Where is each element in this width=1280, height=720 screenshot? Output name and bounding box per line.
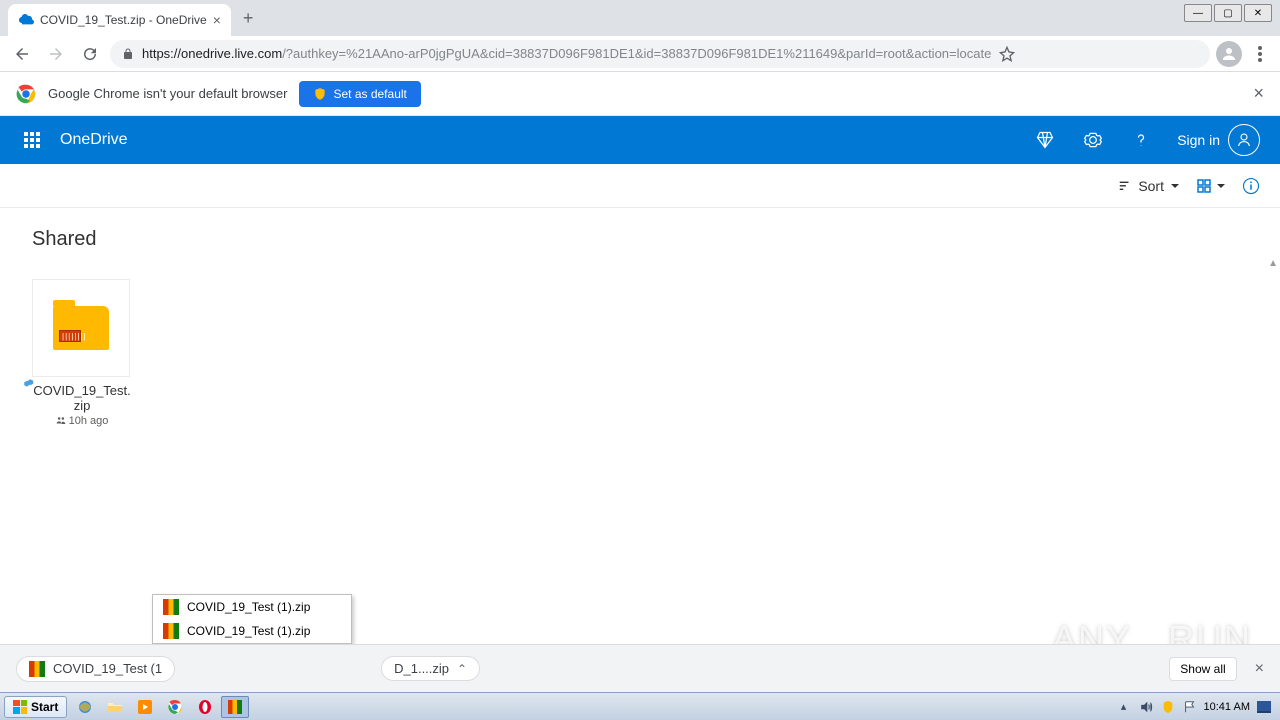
chevron-down-icon (1170, 181, 1180, 191)
help-button[interactable] (1117, 116, 1165, 164)
info-icon (1242, 177, 1260, 195)
sort-button[interactable]: Sort (1118, 178, 1180, 194)
windows-logo-icon (13, 700, 27, 714)
browser-toolbar: https://onedrive.live.com/?authkey=%21AA… (0, 36, 1280, 72)
browser-tab[interactable]: COVID_19_Test.zip - OneDrive × (8, 4, 231, 36)
taskbar-media-icon[interactable] (131, 696, 159, 718)
download-popup-menu: COVID_19_Test (1).zip COVID_19_Test (1).… (152, 594, 352, 644)
section-title: Shared (32, 228, 1248, 251)
taskbar-opera-icon[interactable] (191, 696, 219, 718)
download-item[interactable]: COVID_19_Test (1 (16, 656, 175, 682)
app-launcher-button[interactable] (8, 116, 56, 164)
gear-icon (1083, 130, 1103, 150)
taskbar-winrar-icon[interactable] (221, 696, 249, 718)
shared-badge-icon (22, 377, 34, 389)
clock[interactable]: 10:41 AM (1204, 701, 1250, 713)
address-bar[interactable]: https://onedrive.live.com/?authkey=%21AA… (110, 40, 1210, 68)
archive-icon (163, 623, 179, 639)
tab-strip: COVID_19_Test.zip - OneDrive × + — ▢ ✕ (0, 0, 1280, 36)
taskbar-icons (71, 696, 249, 718)
onedrive-header: OneDrive Sign in (0, 116, 1280, 164)
download-shelf: COVID_19_Test (1 D_1....zip ⌃ Show all × (0, 644, 1280, 692)
settings-button[interactable] (1069, 116, 1117, 164)
tab-close-icon[interactable]: × (213, 12, 221, 28)
file-item[interactable]: COVID_19_Test.zip 10h ago (32, 279, 132, 427)
signin-button[interactable]: Sign in (1165, 124, 1272, 156)
window-controls: — ▢ ✕ (1184, 4, 1272, 22)
chevron-down-icon (1216, 181, 1226, 191)
chevron-up-icon[interactable]: ⌃ (457, 662, 467, 676)
file-name: COVID_19_Test.zip (32, 383, 132, 413)
maximize-button[interactable]: ▢ (1214, 4, 1242, 22)
flag-icon[interactable] (1182, 699, 1198, 715)
file-meta: 10h ago (32, 415, 132, 427)
back-button[interactable] (8, 40, 36, 68)
archive-icon (163, 599, 179, 615)
banner-text: Google Chrome isn't your default browser (48, 86, 287, 101)
forward-button[interactable] (42, 40, 70, 68)
onedrive-brand[interactable]: OneDrive (60, 131, 128, 149)
shield-icon (313, 87, 327, 101)
details-pane-button[interactable] (1242, 177, 1260, 195)
windows-taskbar: Start ▴ 10:41 AM (0, 692, 1280, 720)
close-window-button[interactable]: ✕ (1244, 4, 1272, 22)
system-tray: ▴ 10:41 AM (1116, 699, 1276, 715)
download-menu-item[interactable]: COVID_19_Test (1).zip (153, 595, 351, 619)
premium-button[interactable] (1021, 116, 1069, 164)
tray-expand-icon[interactable]: ▴ (1116, 699, 1132, 715)
waffle-icon (24, 132, 40, 148)
taskbar-chrome-icon[interactable] (161, 696, 189, 718)
grid-view-icon (1196, 178, 1212, 194)
profile-avatar[interactable] (1216, 41, 1242, 67)
minimize-button[interactable]: — (1184, 4, 1212, 22)
people-icon (56, 416, 66, 426)
help-icon (1131, 130, 1151, 150)
bookmark-star-icon[interactable] (999, 46, 1015, 62)
onedrive-favicon (18, 12, 34, 28)
security-icon[interactable] (1160, 699, 1176, 715)
download-menu-item[interactable]: COVID_19_Test (1).zip (153, 619, 351, 643)
reload-button[interactable] (76, 40, 104, 68)
content-area: Shared COVID_19_Test.zip 10h ago (0, 208, 1280, 447)
banner-close-icon[interactable]: × (1253, 83, 1264, 104)
download-item[interactable]: D_1....zip ⌃ (381, 656, 480, 681)
chrome-menu-button[interactable] (1248, 46, 1272, 62)
diamond-icon (1035, 130, 1055, 150)
show-all-downloads-button[interactable]: Show all (1169, 657, 1236, 681)
new-tab-button[interactable]: + (243, 8, 254, 29)
zip-folder-icon (53, 306, 109, 350)
show-desktop-icon[interactable] (1256, 699, 1272, 715)
scrollbar-arrow-icon[interactable]: ▲ (1268, 258, 1278, 269)
sort-icon (1118, 179, 1132, 193)
default-browser-banner: Google Chrome isn't your default browser… (0, 72, 1280, 116)
taskbar-ie-icon[interactable] (71, 696, 99, 718)
person-icon (1228, 124, 1260, 156)
start-button[interactable]: Start (4, 696, 67, 718)
tab-title: COVID_19_Test.zip - OneDrive (40, 13, 207, 27)
archive-icon (29, 661, 45, 677)
command-bar: Sort (0, 164, 1280, 208)
file-grid: COVID_19_Test.zip 10h ago (32, 279, 1248, 427)
url-text: https://onedrive.live.com/?authkey=%21AA… (142, 46, 991, 61)
taskbar-explorer-icon[interactable] (101, 696, 129, 718)
file-thumbnail (32, 279, 130, 377)
volume-icon[interactable] (1138, 699, 1154, 715)
set-default-button[interactable]: Set as default (299, 81, 420, 107)
chrome-logo-icon (16, 84, 36, 104)
download-shelf-close-icon[interactable]: × (1255, 660, 1264, 678)
browser-chrome: COVID_19_Test.zip - OneDrive × + — ▢ ✕ h… (0, 0, 1280, 72)
view-button[interactable] (1196, 178, 1226, 194)
lock-icon (122, 48, 134, 60)
